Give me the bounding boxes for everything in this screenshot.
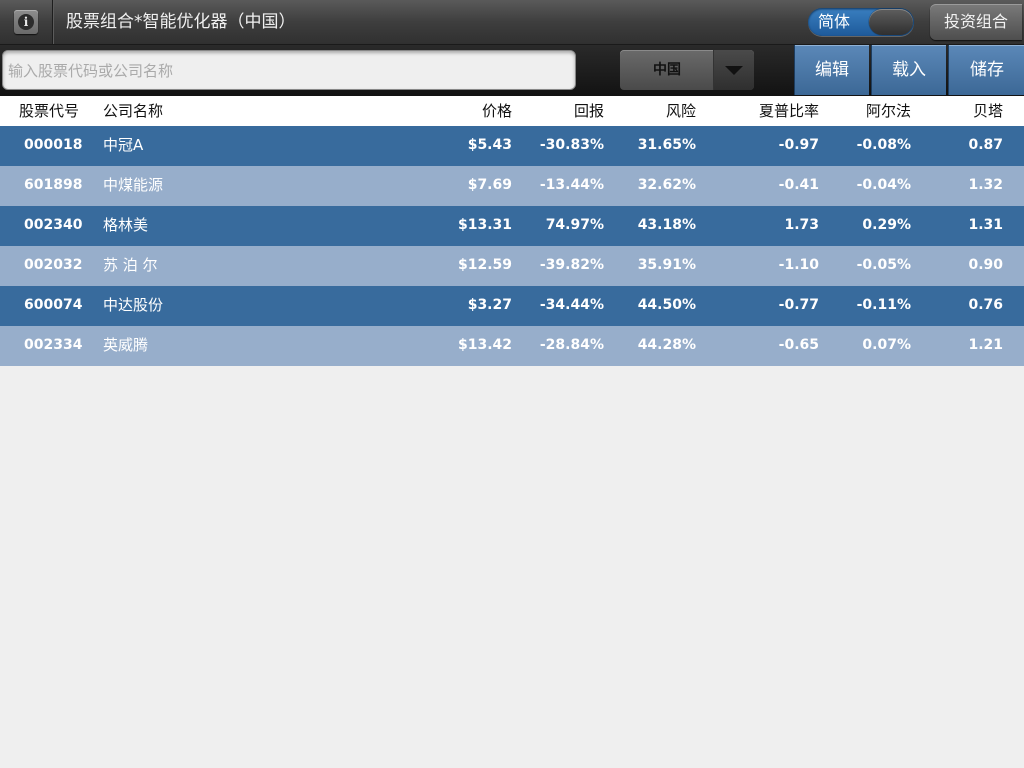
toggle-knob[interactable] — [869, 9, 913, 35]
cell-return: -34.44% — [539, 297, 604, 313]
country-select-value: 中国 — [653, 62, 681, 78]
portfolio-button[interactable]: 投资组合 — [930, 4, 1022, 40]
cell-return: -30.83% — [539, 137, 604, 153]
cell-code: 601898 — [24, 177, 83, 193]
cell-alpha: -0.08% — [856, 137, 911, 153]
language-toggle-label: 简体 — [818, 12, 851, 31]
cell-code: 000018 — [24, 137, 83, 153]
column-header-return[interactable]: 回报 — [574, 96, 604, 126]
cell-sharpe: 1.73 — [784, 217, 819, 233]
cell-name: 英威腾 — [103, 336, 149, 354]
cell-code: 002334 — [24, 337, 83, 353]
column-header-name[interactable]: 公司名称 — [103, 96, 163, 126]
cell-alpha: 0.29% — [862, 217, 911, 233]
cell-return: -28.84% — [539, 337, 604, 353]
cell-alpha: 0.07% — [862, 337, 911, 353]
column-header-price[interactable]: 价格 — [482, 96, 512, 126]
cell-return: 74.97% — [545, 217, 604, 233]
table-row[interactable]: 000018 中冠A $5.43 -30.83% 31.65% -0.97 -0… — [0, 126, 1024, 166]
cell-sharpe: -0.97 — [778, 137, 819, 153]
cell-alpha: -0.05% — [856, 257, 911, 273]
save-button[interactable]: 储存 — [948, 45, 1024, 95]
table-row[interactable]: 002340 格林美 $13.31 74.97% 43.18% 1.73 0.2… — [0, 206, 1024, 246]
stock-table: 000018 中冠A $5.43 -30.83% 31.65% -0.97 -0… — [0, 126, 1024, 366]
cell-price: $5.43 — [467, 137, 512, 153]
table-row[interactable]: 002334 英威腾 $13.42 -28.84% 44.28% -0.65 0… — [0, 326, 1024, 366]
column-header-sharpe[interactable]: 夏普比率 — [759, 96, 819, 126]
cell-risk: 35.91% — [637, 257, 696, 273]
cell-risk: 44.50% — [637, 297, 696, 313]
cell-beta: 1.31 — [968, 217, 1003, 233]
cell-return: -39.82% — [539, 257, 604, 273]
cell-name: 中冠A — [103, 136, 144, 154]
cell-price: $13.31 — [457, 217, 512, 233]
load-button[interactable]: 载入 — [871, 45, 946, 95]
cell-beta: 1.32 — [968, 177, 1003, 193]
cell-risk: 44.28% — [637, 337, 696, 353]
language-toggle[interactable]: 简体 — [808, 8, 914, 36]
chevron-down-icon[interactable] — [713, 50, 754, 90]
cell-code: 002340 — [24, 217, 83, 233]
cell-name: 苏 泊 尔 — [103, 256, 158, 274]
app-title: 股票组合*智能优化器（中国） — [66, 12, 296, 32]
cell-sharpe: -1.10 — [778, 257, 819, 273]
cell-beta: 1.21 — [968, 337, 1003, 353]
cell-alpha: -0.04% — [856, 177, 911, 193]
table-row[interactable]: 601898 中煤能源 $7.69 -13.44% 32.62% -0.41 -… — [0, 166, 1024, 206]
column-header-beta[interactable]: 贝塔 — [973, 96, 1003, 126]
cell-sharpe: -0.65 — [778, 337, 819, 353]
edit-button[interactable]: 编辑 — [794, 45, 869, 95]
cell-alpha: -0.11% — [856, 297, 911, 313]
cell-beta: 0.90 — [968, 257, 1003, 273]
cell-sharpe: -0.77 — [778, 297, 819, 313]
cell-risk: 31.65% — [637, 137, 696, 153]
cell-risk: 32.62% — [637, 177, 696, 193]
title-bar: 股票组合*智能优化器（中国） 简体 投资组合 — [0, 0, 1024, 45]
info-icon — [14, 10, 38, 34]
cell-name: 格林美 — [103, 216, 149, 234]
info-button[interactable] — [0, 0, 53, 44]
cell-price: $13.42 — [457, 337, 512, 353]
country-select[interactable]: 中国 — [620, 50, 754, 90]
cell-code: 600074 — [24, 297, 83, 313]
search-input[interactable]: 输入股票代码或公司名称 — [2, 50, 576, 90]
toolbar: 输入股票代码或公司名称 中国 编辑 载入 储存 — [0, 45, 1024, 96]
cell-sharpe: -0.41 — [778, 177, 819, 193]
cell-code: 002032 — [24, 257, 83, 273]
cell-price: $7.69 — [467, 177, 512, 193]
cell-name: 中达股份 — [103, 296, 164, 314]
cell-beta: 0.76 — [968, 297, 1003, 313]
column-header-code[interactable]: 股票代号 — [19, 96, 79, 126]
table-row[interactable]: 002032 苏 泊 尔 $12.59 -39.82% 35.91% -1.10… — [0, 246, 1024, 286]
cell-beta: 0.87 — [968, 137, 1003, 153]
cell-return: -13.44% — [539, 177, 604, 193]
cell-name: 中煤能源 — [103, 176, 164, 194]
table-header: 股票代号 公司名称 价格 回报 风险 夏普比率 阿尔法 贝塔 — [0, 96, 1024, 126]
cell-risk: 43.18% — [637, 217, 696, 233]
table-row[interactable]: 600074 中达股份 $3.27 -34.44% 44.50% -0.77 -… — [0, 286, 1024, 326]
cell-price: $3.27 — [467, 297, 512, 313]
column-header-alpha[interactable]: 阿尔法 — [866, 96, 911, 126]
column-header-risk[interactable]: 风险 — [666, 96, 696, 126]
cell-price: $12.59 — [457, 257, 512, 273]
